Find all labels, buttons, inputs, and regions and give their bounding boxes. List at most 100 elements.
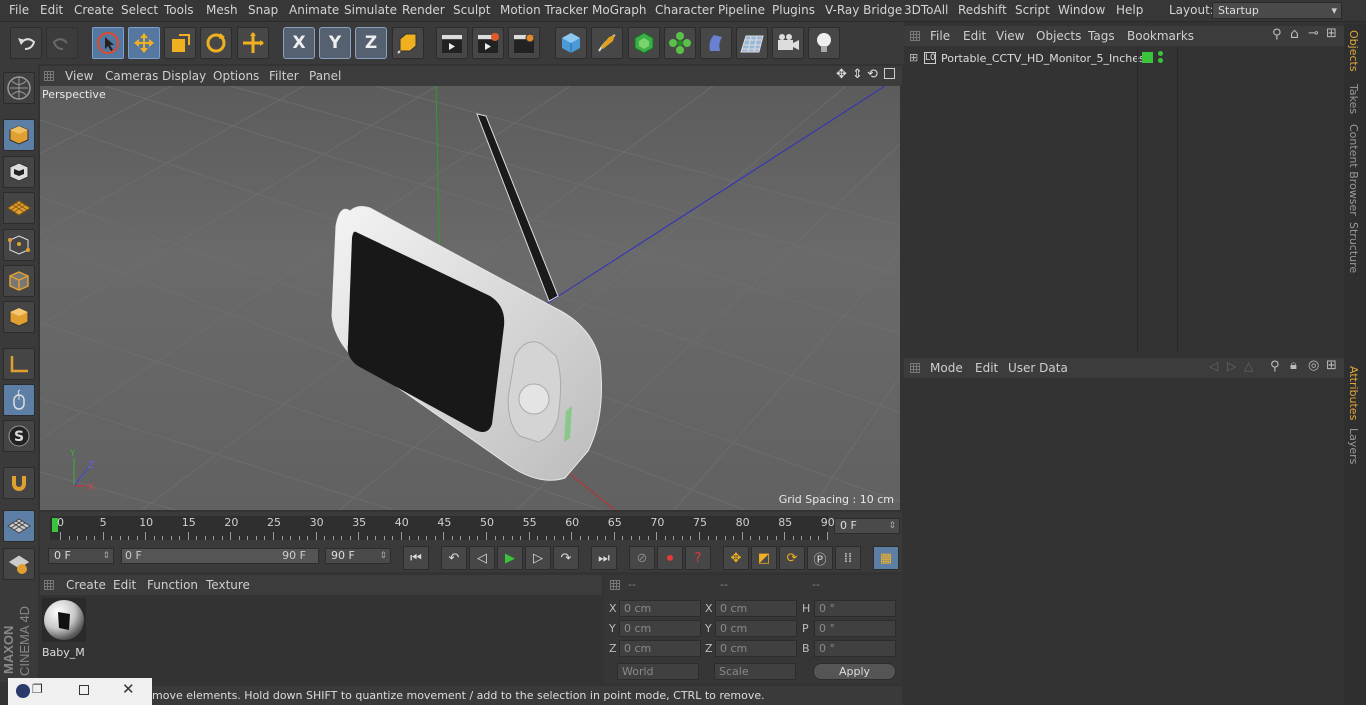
light-button[interactable] [808,27,840,59]
transform-tool-button[interactable] [237,27,269,59]
new-panel-icon[interactable]: ⊞ [1326,26,1337,41]
menu-animate[interactable]: Animate [289,3,339,17]
render-to-picture-viewer-button[interactable] [472,27,504,59]
rotate-tool-button[interactable] [200,27,232,59]
menu-3dtoall[interactable]: 3DToAll [904,3,948,17]
search-icon[interactable]: ⚲ [1272,27,1282,42]
edges-mode-button[interactable] [3,265,35,297]
material-swatch[interactable]: Baby_M [42,598,86,659]
viewport-move-icon[interactable]: ✥ [836,67,847,82]
rot-h-field[interactable]: 0 ° [814,600,896,617]
link-icon[interactable]: ⊸ [1308,26,1319,41]
coordinate-system-button[interactable] [392,27,424,59]
viewport-menu-panel[interactable]: Panel [309,69,341,83]
subdivision-surface-button[interactable] [628,27,660,59]
menu-sculpt[interactable]: Sculpt [453,3,490,17]
redo-button[interactable] [46,27,78,59]
autokey-button[interactable]: ⏺ [657,546,683,570]
attr-search-icon[interactable]: ⚲ [1270,359,1280,374]
menu-vray-bridge[interactable]: V-Ray Bridge [825,3,902,17]
previous-key-button[interactable]: ↶ [441,546,467,570]
add-cube-button[interactable] [555,27,587,59]
x-axis-lock-button[interactable]: X [283,27,315,59]
menu-edit[interactable]: Edit [40,3,63,17]
current-frame-field[interactable]: 0 F [834,518,900,534]
y-axis-lock-button[interactable]: Y [319,27,351,59]
object-menu-tags[interactable]: Tags [1088,29,1115,43]
material-menu-create[interactable]: Create [66,578,106,592]
menu-mesh[interactable]: Mesh [206,3,238,17]
attr-new-panel-icon[interactable]: ⊞ [1326,358,1337,373]
keyframe-selection-button[interactable]: ? [685,546,711,570]
viewport-menu-display[interactable]: Display [162,69,206,83]
attribute-menu-mode[interactable]: Mode [930,361,963,375]
up-arrow-icon[interactable]: △ [1244,359,1253,373]
model-mode-button[interactable] [3,119,35,151]
menu-window[interactable]: Window [1058,3,1105,17]
object-menu-file[interactable]: File [930,29,950,43]
attribute-menu-user-data[interactable]: User Data [1008,361,1068,375]
floor-button[interactable] [736,27,768,59]
tab-structure[interactable]: Structure [1347,222,1360,273]
tab-content-browser[interactable]: Content Browser [1347,124,1360,216]
solo-button[interactable]: S [3,420,35,452]
layout-select[interactable]: Startup [1212,2,1342,19]
end-frame-field[interactable]: 90 F [325,548,391,564]
viewport-menu-options[interactable]: Options [213,69,259,83]
size-z-field[interactable]: 0 cm [715,640,797,657]
live-selection-button[interactable] [92,27,124,59]
menu-script[interactable]: Script [1015,3,1050,17]
points-mode-button[interactable] [3,229,35,261]
previous-frame-button[interactable]: ◁ [469,546,495,570]
menu-create[interactable]: Create [74,3,114,17]
make-editable-button[interactable] [3,72,35,104]
object-menu-edit[interactable]: Edit [963,29,986,43]
pos-z-field[interactable]: 0 cm [619,640,701,657]
viewport-rotate-icon[interactable]: ⟲ [867,67,878,82]
material-menu-texture[interactable]: Texture [206,578,250,592]
attribute-menu-edit[interactable]: Edit [975,361,998,375]
timeline-ruler[interactable]: 0 5 10 15 20 25 30 35 40 45 50 55 60 65 70 75 80 85 90 [50,516,835,540]
material-menu-edit[interactable]: Edit [113,578,136,592]
pos-x-field[interactable]: 0 cm [619,600,701,617]
menu-render[interactable]: Render [402,3,445,17]
coord-system-select[interactable]: World [617,663,699,680]
rot-b-field[interactable]: 0 ° [814,640,896,657]
timeline-window-button[interactable]: ▦ [873,546,899,570]
cloner-button[interactable] [664,27,696,59]
locked-workplane-button[interactable] [3,548,35,580]
target-icon[interactable]: ◎ [1308,358,1319,373]
render-view-button[interactable] [436,27,468,59]
go-to-end-button[interactable]: ⏭ [591,546,617,570]
snap-button[interactable] [3,467,35,499]
back-arrow-icon[interactable]: ◁ [1209,359,1218,373]
key-position-button[interactable]: ✥ [723,546,749,570]
menu-help[interactable]: Help [1116,3,1143,17]
next-frame-button[interactable]: ▷ [525,546,551,570]
axis-mode-button[interactable] [3,348,35,380]
menu-plugins[interactable]: Plugins [772,3,815,17]
home-icon[interactable]: ⌂ [1290,26,1299,42]
record-keys-button[interactable]: ⊘ [629,546,655,570]
viewport-maximize-icon[interactable] [884,68,895,79]
object-menu-bookmarks[interactable]: Bookmarks [1127,29,1194,43]
forward-arrow-icon[interactable]: ▷ [1227,359,1236,373]
material-menu-function[interactable]: Function [147,578,198,592]
apply-button[interactable]: Apply [813,663,896,680]
editor-visibility-dot[interactable] [1158,51,1163,56]
key-pla-button[interactable]: ⁞⁞ [835,546,861,570]
menu-select[interactable]: Select [121,3,158,17]
menu-snap[interactable]: Snap [248,3,278,17]
key-parameter-button[interactable]: Ⓟ [807,546,833,570]
texture-mode-button[interactable] [3,156,35,188]
size-y-field[interactable]: 0 cm [715,620,797,637]
layer-color-icon[interactable] [1142,52,1153,63]
rot-p-field[interactable]: 0 ° [814,620,896,637]
tab-takes[interactable]: Takes [1347,84,1360,114]
next-key-button[interactable]: ↷ [553,546,579,570]
tab-objects[interactable]: Objects [1347,30,1360,72]
deformer-button[interactable] [700,27,732,59]
viewport-menu-cameras[interactable]: Cameras [105,69,158,83]
lock-icon[interactable]: 🔒︎ [1290,358,1297,373]
coord-mode-select[interactable]: Scale [714,663,796,680]
